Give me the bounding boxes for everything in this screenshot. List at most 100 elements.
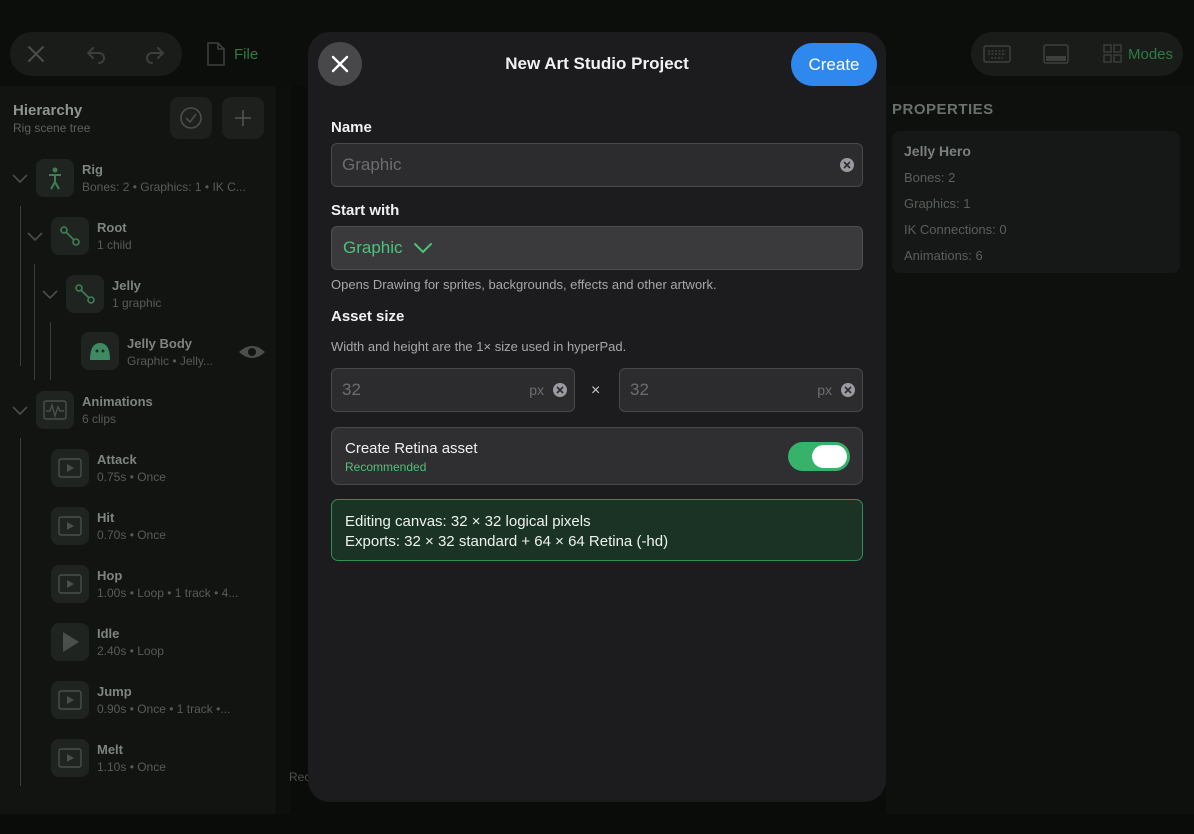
name-label: Name bbox=[331, 119, 372, 136]
tree-row-animations[interactable]: Animations 6 clips bbox=[0, 384, 276, 436]
width-field: px bbox=[331, 368, 575, 412]
bone-icon bbox=[51, 217, 89, 255]
width-input[interactable] bbox=[342, 369, 522, 411]
new-project-dialog: New Art Studio Project Create Name Start… bbox=[308, 32, 886, 802]
chevron-down-icon bbox=[413, 243, 432, 254]
confirm-button[interactable] bbox=[170, 97, 212, 139]
tree-row-clip[interactable]: Hop 1.00s • Loop • 1 track • 4... bbox=[0, 558, 276, 610]
hierarchy-title: Hierarchy bbox=[13, 102, 83, 119]
tree-row-clip[interactable]: Jump 0.90s • Once • 1 track •... bbox=[0, 674, 276, 726]
unit-label: px bbox=[817, 382, 832, 398]
start-with-select[interactable]: Graphic bbox=[331, 226, 863, 270]
node-title: Idle bbox=[97, 626, 120, 641]
summary-canvas-line: Editing canvas: 32 × 32 logical pixels bbox=[345, 513, 591, 530]
plus-icon bbox=[235, 110, 251, 126]
keyboard-icon[interactable] bbox=[971, 32, 1023, 76]
retina-option: Create Retina asset Recommended bbox=[331, 427, 863, 485]
play-icon bbox=[51, 623, 89, 661]
bottom-bar bbox=[0, 814, 1194, 834]
play-box-icon bbox=[51, 449, 89, 487]
node-subtitle: 0.90s • Once • 1 track •... bbox=[97, 702, 231, 716]
modes-button[interactable]: Modes bbox=[1103, 44, 1173, 64]
node-subtitle: 0.75s • Once bbox=[97, 470, 166, 484]
node-subtitle: 1.10s • Once bbox=[97, 760, 166, 774]
bone-icon bbox=[66, 275, 104, 313]
node-title: Hop bbox=[97, 568, 123, 583]
height-field: px bbox=[619, 368, 863, 412]
redo-icon[interactable] bbox=[129, 32, 181, 76]
node-subtitle: Bones: 2 • Graphics: 1 • IK C... bbox=[82, 180, 246, 194]
eye-icon[interactable] bbox=[237, 343, 267, 361]
chevron-down-icon[interactable] bbox=[26, 227, 44, 245]
toggle-knob bbox=[812, 445, 847, 468]
properties-card: Jelly Hero Bones: 2 Graphics: 1 IK Conne… bbox=[892, 131, 1180, 273]
property-line: Graphics: 1 bbox=[904, 196, 971, 211]
node-title: Melt bbox=[97, 742, 123, 757]
retina-recommended-label: Recommended bbox=[345, 460, 427, 474]
tree-row-clip[interactable]: Attack 0.75s • Once bbox=[0, 442, 276, 494]
properties-heading: PROPERTIES bbox=[892, 101, 994, 118]
unit-label: px bbox=[529, 382, 544, 398]
node-title: Attack bbox=[97, 452, 137, 467]
node-subtitle: Graphic • Jelly... bbox=[127, 354, 214, 368]
node-title: Root bbox=[97, 220, 127, 235]
file-label: File bbox=[234, 45, 259, 63]
start-with-hint: Opens Drawing for sprites, backgrounds, … bbox=[331, 277, 717, 292]
tree-row-jelly[interactable]: Jelly 1 graphic bbox=[0, 268, 276, 320]
retina-toggle[interactable] bbox=[788, 442, 850, 471]
property-line: Animations: 6 bbox=[904, 248, 983, 263]
checkmark-circle-icon bbox=[180, 107, 202, 129]
node-subtitle: 6 clips bbox=[82, 412, 117, 426]
node-title: Jump bbox=[97, 684, 132, 699]
export-summary: Editing canvas: 32 × 32 logical pixels E… bbox=[331, 499, 863, 561]
tree-row-clip[interactable]: Hit 0.70s • Once bbox=[0, 500, 276, 552]
play-box-icon bbox=[51, 739, 89, 777]
start-with-value: Graphic bbox=[343, 238, 403, 257]
hierarchy-subtitle: Rig scene tree bbox=[13, 121, 91, 135]
chevron-down-icon[interactable] bbox=[41, 285, 59, 303]
node-title: Jelly Body bbox=[127, 336, 193, 351]
play-box-icon bbox=[51, 565, 89, 603]
chevron-down-icon[interactable] bbox=[11, 401, 29, 419]
create-button[interactable]: Create bbox=[791, 43, 877, 86]
undo-icon[interactable] bbox=[70, 32, 122, 76]
properties-card-title: Jelly Hero bbox=[904, 143, 971, 159]
panel-icon[interactable] bbox=[1030, 32, 1082, 76]
clear-icon[interactable] bbox=[841, 383, 855, 397]
node-subtitle: 0.70s • Once bbox=[97, 528, 166, 542]
node-subtitle: 1.00s • Loop • 1 track • 4... bbox=[97, 586, 239, 600]
play-box-icon bbox=[51, 681, 89, 719]
play-box-icon bbox=[51, 507, 89, 545]
grid-icon bbox=[1103, 44, 1122, 63]
toolbar-left-group bbox=[10, 32, 182, 76]
add-node-button[interactable] bbox=[222, 97, 264, 139]
property-line: Bones: 2 bbox=[904, 170, 956, 185]
asset-size-label: Asset size bbox=[331, 308, 405, 325]
node-title: Hit bbox=[97, 510, 115, 525]
figure-icon bbox=[36, 159, 74, 197]
toolbar-right-group: Modes bbox=[971, 32, 1183, 76]
modes-label: Modes bbox=[1128, 45, 1174, 63]
retina-title: Create Retina asset bbox=[345, 440, 478, 457]
clear-icon[interactable] bbox=[553, 383, 567, 397]
editor-canvas-area bbox=[277, 86, 291, 814]
file-button[interactable]: File bbox=[206, 42, 258, 66]
tree-row-root[interactable]: Root 1 child bbox=[0, 210, 276, 262]
file-icon bbox=[207, 42, 225, 66]
tree-row-clip[interactable]: Melt 1.10s • Once bbox=[0, 732, 276, 784]
tree-row-clip[interactable]: Idle 2.40s • Loop bbox=[0, 616, 276, 668]
height-input[interactable] bbox=[630, 369, 810, 411]
chevron-down-icon[interactable] bbox=[11, 169, 29, 187]
node-subtitle: 1 graphic bbox=[112, 296, 162, 310]
tree-row-jelly-body[interactable]: Jelly Body Graphic • Jelly... bbox=[0, 326, 276, 378]
name-field bbox=[331, 143, 863, 187]
asset-size-hint: Width and height are the 1× size used in… bbox=[331, 339, 627, 354]
name-input[interactable] bbox=[342, 144, 822, 186]
node-title: Animations bbox=[82, 394, 153, 409]
tree-row-rig[interactable]: Rig Bones: 2 • Graphics: 1 • IK C... bbox=[0, 152, 276, 204]
times-separator: × bbox=[591, 382, 601, 399]
node-subtitle: 2.40s • Loop bbox=[97, 644, 164, 658]
close-icon[interactable] bbox=[10, 32, 62, 76]
node-subtitle: 1 child bbox=[97, 238, 132, 252]
clear-icon[interactable] bbox=[840, 158, 854, 172]
